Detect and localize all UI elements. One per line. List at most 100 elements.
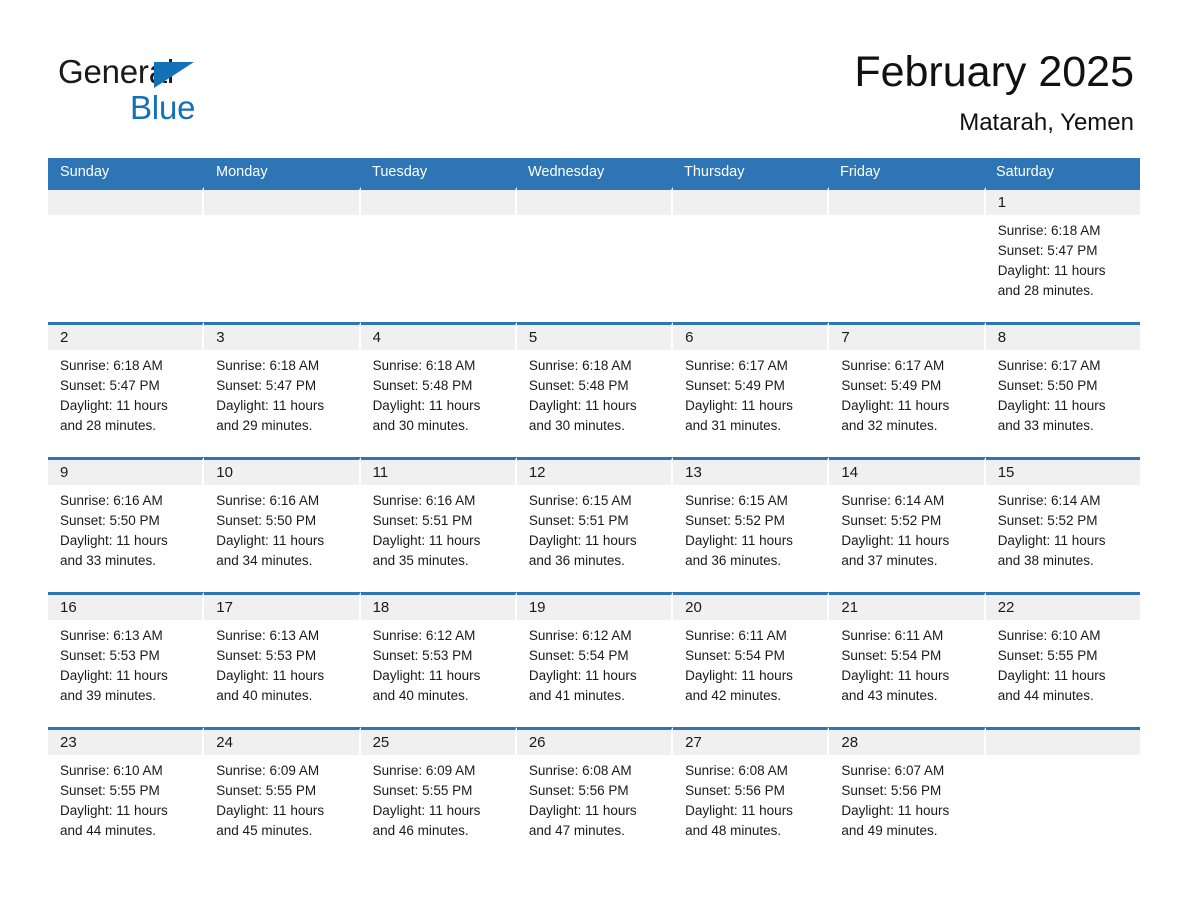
sunrise-text: Sunrise: 6:10 AM (997, 628, 1101, 643)
day-number: 27 (685, 734, 702, 751)
day-cell[interactable]: 15 Sunrise: 6:14 AM Sunset: 5:52 PM Dayl… (985, 457, 1140, 592)
day-details: Sunrise: 6:12 AM Sunset: 5:53 PM Dayligh… (361, 620, 515, 706)
sunset-text: Sunset: 5:56 PM (841, 783, 942, 798)
day-number: 24 (216, 734, 233, 751)
daylight-text-line2: and 33 minutes. (60, 553, 157, 568)
daylight-text-line2: and 42 minutes. (685, 688, 782, 703)
sunrise-text: Sunrise: 6:08 AM (528, 763, 632, 778)
daylight-text-line1: Daylight: 11 hours (841, 803, 950, 818)
day-details: Sunrise: 6:15 AM Sunset: 5:52 PM Dayligh… (673, 485, 827, 571)
day-cell[interactable]: 10 Sunrise: 6:16 AM Sunset: 5:50 PM Dayl… (204, 457, 361, 592)
daylight-text-line1: Daylight: 11 hours (60, 803, 168, 818)
day-number: 4 (372, 329, 381, 346)
day-details: Sunrise: 6:13 AM Sunset: 5:53 PM Dayligh… (204, 620, 358, 706)
day-date-band: 12 (516, 460, 672, 485)
day-cell[interactable]: 25 Sunrise: 6:09 AM Sunset: 5:55 PM Dayl… (360, 727, 517, 860)
day-number: 21 (841, 599, 859, 616)
day-cell[interactable] (985, 727, 1140, 860)
sunrise-text: Sunrise: 6:18 AM (372, 358, 476, 373)
daylight-text-line2: and 29 minutes. (216, 418, 313, 433)
day-cell[interactable]: 22 Sunrise: 6:10 AM Sunset: 5:55 PM Dayl… (985, 592, 1140, 727)
day-number: 17 (216, 599, 233, 616)
daylight-text-line1: Daylight: 11 hours (685, 398, 793, 413)
daylight-text-line2: and 41 minutes. (528, 688, 625, 703)
day-cell[interactable]: 26 Sunrise: 6:08 AM Sunset: 5:56 PM Dayl… (516, 727, 674, 860)
day-cell[interactable]: 13 Sunrise: 6:15 AM Sunset: 5:52 PM Dayl… (673, 457, 830, 592)
day-cell[interactable]: 17 Sunrise: 6:13 AM Sunset: 5:53 PM Dayl… (204, 592, 361, 727)
sunset-text: Sunset: 5:54 PM (841, 648, 942, 663)
daylight-text-line1: Daylight: 11 hours (528, 668, 637, 683)
daylight-text-line1: Daylight: 11 hours (841, 668, 950, 683)
sunset-text: Sunset: 5:49 PM (685, 378, 785, 393)
daylight-text-line1: Daylight: 11 hours (372, 803, 481, 818)
daylight-text-line2: and 47 minutes. (528, 823, 625, 838)
day-cell[interactable] (673, 187, 830, 322)
day-cell[interactable] (48, 187, 205, 322)
day-cell[interactable]: 12 Sunrise: 6:15 AM Sunset: 5:51 PM Dayl… (516, 457, 674, 592)
day-cell[interactable]: 9 Sunrise: 6:16 AM Sunset: 5:50 PM Dayli… (48, 457, 205, 592)
day-details: Sunrise: 6:08 AM Sunset: 5:56 PM Dayligh… (517, 755, 671, 841)
daylight-text-line1: Daylight: 11 hours (685, 803, 793, 818)
day-cell[interactable]: 18 Sunrise: 6:12 AM Sunset: 5:53 PM Dayl… (360, 592, 517, 727)
sunset-text: Sunset: 5:47 PM (60, 378, 160, 393)
day-cell[interactable]: 6 Sunrise: 6:17 AM Sunset: 5:49 PM Dayli… (673, 322, 830, 457)
daylight-text-line1: Daylight: 11 hours (841, 533, 950, 548)
daylight-text-line2: and 30 minutes. (528, 418, 625, 433)
day-cell[interactable]: 11 Sunrise: 6:16 AM Sunset: 5:51 PM Dayl… (360, 457, 517, 592)
day-cell[interactable]: 3 Sunrise: 6:18 AM Sunset: 5:47 PM Dayli… (204, 322, 361, 457)
day-date-band: 2 (48, 325, 203, 350)
daylight-text-line1: Daylight: 11 hours (60, 668, 168, 683)
day-cell[interactable]: 2 Sunrise: 6:18 AM Sunset: 5:47 PM Dayli… (48, 322, 205, 457)
day-cell[interactable]: 8 Sunrise: 6:17 AM Sunset: 5:50 PM Dayli… (985, 322, 1140, 457)
day-cell[interactable]: 24 Sunrise: 6:09 AM Sunset: 5:55 PM Dayl… (204, 727, 361, 860)
day-cell[interactable] (360, 187, 517, 322)
day-cell[interactable]: 5 Sunrise: 6:18 AM Sunset: 5:48 PM Dayli… (516, 322, 674, 457)
day-number: 25 (372, 734, 390, 751)
day-cell[interactable]: 23 Sunrise: 6:10 AM Sunset: 5:55 PM Dayl… (48, 727, 205, 860)
general-blue-logo[interactable]: General Blue (58, 52, 218, 128)
day-details (673, 215, 827, 221)
day-date-band (673, 190, 828, 215)
day-details: Sunrise: 6:17 AM Sunset: 5:49 PM Dayligh… (673, 350, 827, 436)
daylight-text-line1: Daylight: 11 hours (528, 533, 637, 548)
weekday-header-wednesday: Wednesday (528, 164, 605, 180)
sunrise-text: Sunrise: 6:13 AM (60, 628, 163, 643)
daylight-text-line2: and 46 minutes. (372, 823, 469, 838)
day-cell[interactable]: 19 Sunrise: 6:12 AM Sunset: 5:54 PM Dayl… (516, 592, 674, 727)
day-number: 23 (60, 734, 77, 751)
daylight-text-line2: and 34 minutes. (216, 553, 313, 568)
day-details: Sunrise: 6:18 AM Sunset: 5:48 PM Dayligh… (361, 350, 515, 436)
day-cell[interactable] (516, 187, 674, 322)
day-details: Sunrise: 6:16 AM Sunset: 5:51 PM Dayligh… (361, 485, 515, 571)
day-cell[interactable] (829, 187, 986, 322)
weekday-header-friday: Friday (840, 164, 881, 180)
daylight-text-line2: and 49 minutes. (841, 823, 938, 838)
daylight-text-line1: Daylight: 11 hours (685, 668, 793, 683)
sunrise-text: Sunrise: 6:12 AM (372, 628, 476, 643)
title-block: February 2025 Matarah, Yemen (854, 46, 1134, 138)
day-cell[interactable]: 1 Sunrise: 6:18 AM Sunset: 5:47 PM Dayli… (985, 187, 1140, 322)
day-details: Sunrise: 6:14 AM Sunset: 5:52 PM Dayligh… (986, 485, 1140, 571)
day-date-band: 25 (360, 730, 515, 755)
sunrise-text: Sunrise: 6:09 AM (372, 763, 476, 778)
daylight-text-line2: and 28 minutes. (60, 418, 157, 433)
day-cell[interactable]: 20 Sunrise: 6:11 AM Sunset: 5:54 PM Dayl… (673, 592, 830, 727)
daylight-text-line2: and 28 minutes. (997, 283, 1094, 298)
sunset-text: Sunset: 5:56 PM (685, 783, 785, 798)
day-cell[interactable]: 27 Sunrise: 6:08 AM Sunset: 5:56 PM Dayl… (673, 727, 830, 860)
day-cell[interactable] (204, 187, 361, 322)
day-cell[interactable]: 21 Sunrise: 6:11 AM Sunset: 5:54 PM Dayl… (829, 592, 986, 727)
daylight-text-line2: and 44 minutes. (997, 688, 1094, 703)
day-cell[interactable]: 7 Sunrise: 6:17 AM Sunset: 5:49 PM Dayli… (829, 322, 986, 457)
sunrise-text: Sunrise: 6:18 AM (528, 358, 632, 373)
day-cell[interactable]: 28 Sunrise: 6:07 AM Sunset: 5:56 PM Dayl… (829, 727, 986, 860)
day-cell[interactable]: 16 Sunrise: 6:13 AM Sunset: 5:53 PM Dayl… (48, 592, 205, 727)
day-details: Sunrise: 6:16 AM Sunset: 5:50 PM Dayligh… (48, 485, 202, 571)
sunset-text: Sunset: 5:47 PM (216, 378, 317, 393)
day-cell[interactable]: 4 Sunrise: 6:18 AM Sunset: 5:48 PM Dayli… (360, 322, 517, 457)
day-date-band: 5 (516, 325, 672, 350)
daylight-text-line1: Daylight: 11 hours (841, 398, 950, 413)
weekday-header-tuesday: Tuesday (372, 164, 428, 180)
sunrise-text: Sunrise: 6:13 AM (216, 628, 320, 643)
day-cell[interactable]: 14 Sunrise: 6:14 AM Sunset: 5:52 PM Dayl… (829, 457, 986, 592)
